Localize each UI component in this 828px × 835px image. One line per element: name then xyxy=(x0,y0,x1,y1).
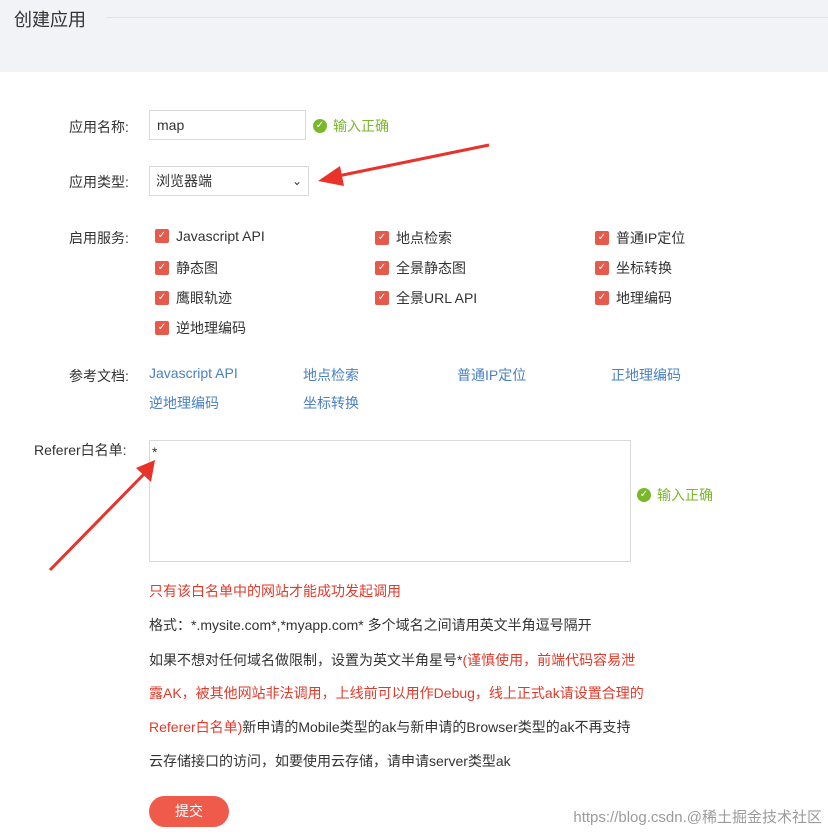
arrow-to-select-icon xyxy=(318,143,490,186)
annotation-arrows xyxy=(48,143,490,572)
arrow-to-referer-icon xyxy=(48,460,155,572)
